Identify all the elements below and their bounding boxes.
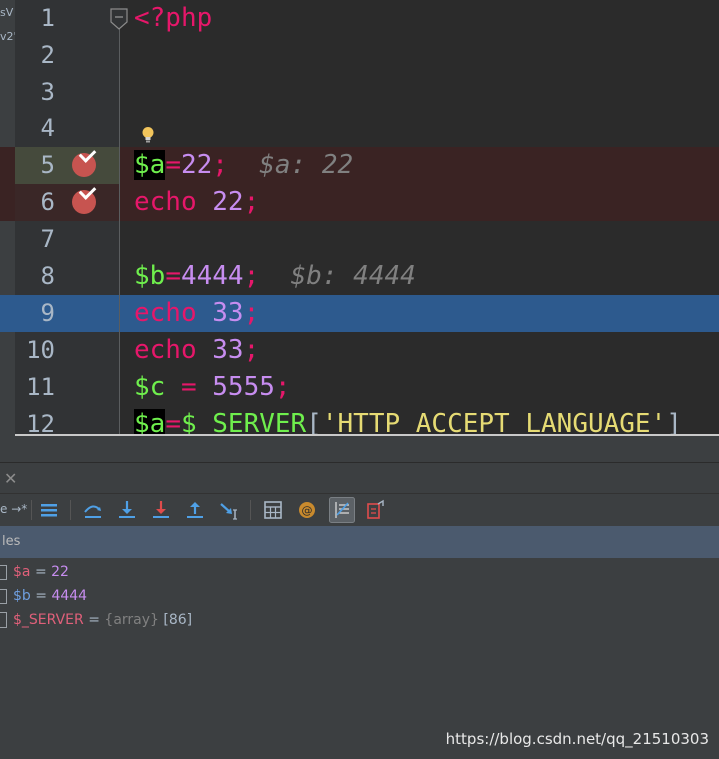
debug-tab-bar: [0, 462, 719, 493]
array-icon: [0, 612, 7, 628]
close-icon[interactable]: ✕: [4, 469, 17, 488]
semicolon: ;: [274, 372, 291, 402]
fold-guide: [119, 25, 120, 436]
lightbulb-icon[interactable]: [141, 126, 155, 144]
semicolon: ;: [212, 150, 228, 180]
inline-debug-value: $a: 22: [259, 150, 354, 180]
code-line-12[interactable]: 12 $a=$_SERVER['HTTP_ACCEPT_LANGUAGE']: [0, 406, 719, 436]
line-number: 1: [40, 4, 55, 32]
svg-text:@: @: [302, 504, 313, 517]
variable: $c: [134, 372, 166, 402]
variable-name: $_SERVER: [13, 612, 84, 628]
var-dollar: $: [134, 409, 150, 436]
settings-icon[interactable]: [329, 497, 355, 523]
semicolon: ;: [243, 335, 260, 365]
code-line-10[interactable]: 10 echo 33;: [0, 332, 719, 369]
superglobal: $_SERVER: [180, 409, 307, 436]
number-literal: 22: [180, 150, 213, 180]
breakpoint-icon[interactable]: [72, 182, 97, 214]
number-literal: 4444: [180, 261, 244, 291]
variables-header-label: les: [2, 534, 21, 549]
var-name: a: [149, 409, 166, 436]
operator: =: [165, 150, 181, 180]
line-number: 11: [26, 373, 55, 401]
bracket: [: [306, 409, 322, 436]
line-number: 2: [40, 41, 55, 69]
keyword: echo: [134, 335, 197, 365]
semicolon: ;: [243, 298, 260, 328]
code-line-4[interactable]: 4: [0, 110, 719, 147]
editor-divider: [15, 434, 719, 436]
toolbar-truncated-label: e →*: [0, 502, 28, 516]
force-step-into-icon[interactable]: [149, 498, 173, 522]
variable-type: {array}: [104, 612, 159, 628]
step-out-icon[interactable]: [183, 498, 207, 522]
inline-debug-value: $b: 4444: [290, 261, 416, 291]
number-literal: 22: [212, 187, 244, 217]
code-line-5[interactable]: 5 $a=22; $a: 22: [0, 145, 719, 184]
number-literal: 33: [212, 335, 244, 365]
semicolon: ;: [243, 261, 260, 291]
code-line-6[interactable]: 6 echo 22;: [0, 182, 719, 221]
number-literal: 33: [212, 298, 244, 328]
variable-name: $a: [13, 564, 31, 580]
line-number: 4: [40, 114, 55, 142]
variables-panel-header[interactable]: les: [0, 526, 719, 558]
keyword: echo: [134, 187, 197, 217]
operator: =: [165, 409, 181, 436]
step-over-icon[interactable]: [81, 498, 105, 522]
watermark: https://blog.csdn.net/qq_21510303: [445, 730, 709, 748]
variable-icon: [0, 589, 7, 604]
code-line-8[interactable]: 8 $b=4444; $b: 4444: [0, 258, 719, 295]
code-line-2[interactable]: 2: [0, 37, 719, 74]
code-line-1[interactable]: 1 <?php: [0, 0, 719, 37]
line-number: 10: [26, 336, 55, 364]
code-line-7[interactable]: 7: [0, 221, 719, 258]
equals: =: [83, 612, 105, 628]
operator: =: [165, 261, 181, 291]
watch-icon[interactable]: @: [295, 498, 319, 522]
line-number: 9: [40, 299, 55, 327]
equals: =: [30, 564, 52, 580]
keyword: echo: [134, 298, 197, 328]
variable: $b: [134, 261, 166, 291]
show-execution-point-icon[interactable]: [37, 498, 61, 522]
fold-marker-icon[interactable]: [110, 8, 128, 30]
variable-value: 22: [51, 564, 69, 580]
step-into-icon[interactable]: [115, 498, 139, 522]
code-line-9-execution-point[interactable]: 9 echo 33;: [0, 295, 719, 332]
string-literal: 'HTTP_ACCEPT_LANGUAGE': [321, 409, 667, 436]
line-number: 5: [40, 151, 55, 179]
variable-icon: [0, 565, 7, 580]
breakpoint-icon[interactable]: [72, 145, 97, 177]
line-number: 3: [40, 78, 55, 106]
semicolon: ;: [243, 187, 260, 217]
line-number: 12: [26, 410, 55, 436]
php-open-tag: <?php: [134, 3, 213, 33]
line-number: 6: [40, 188, 55, 216]
line-number: 8: [40, 262, 55, 290]
debug-toolbar: e →* @: [0, 493, 719, 527]
code-editor[interactable]: sV v2' ol 1 <?php 2 3 4 5 $a=22; $a: 22 …: [0, 0, 719, 436]
var-name: a: [149, 150, 166, 180]
operator: =: [165, 372, 213, 402]
code-line-11[interactable]: 11 $c = 5555;: [0, 369, 719, 406]
evaluate-expression-icon[interactable]: [261, 498, 285, 522]
number-literal: 5555: [212, 372, 275, 402]
var-dollar: $: [134, 150, 150, 180]
line-number: 7: [40, 225, 55, 253]
array-count: [86]: [158, 612, 193, 628]
code-line-3[interactable]: 3: [0, 74, 719, 111]
variable-value: 4444: [51, 588, 88, 604]
equals: =: [30, 588, 52, 604]
bracket: ]: [666, 409, 682, 436]
run-to-cursor-icon[interactable]: [217, 498, 241, 522]
variable-name: $b: [13, 588, 31, 604]
restore-layout-icon[interactable]: [363, 498, 387, 522]
